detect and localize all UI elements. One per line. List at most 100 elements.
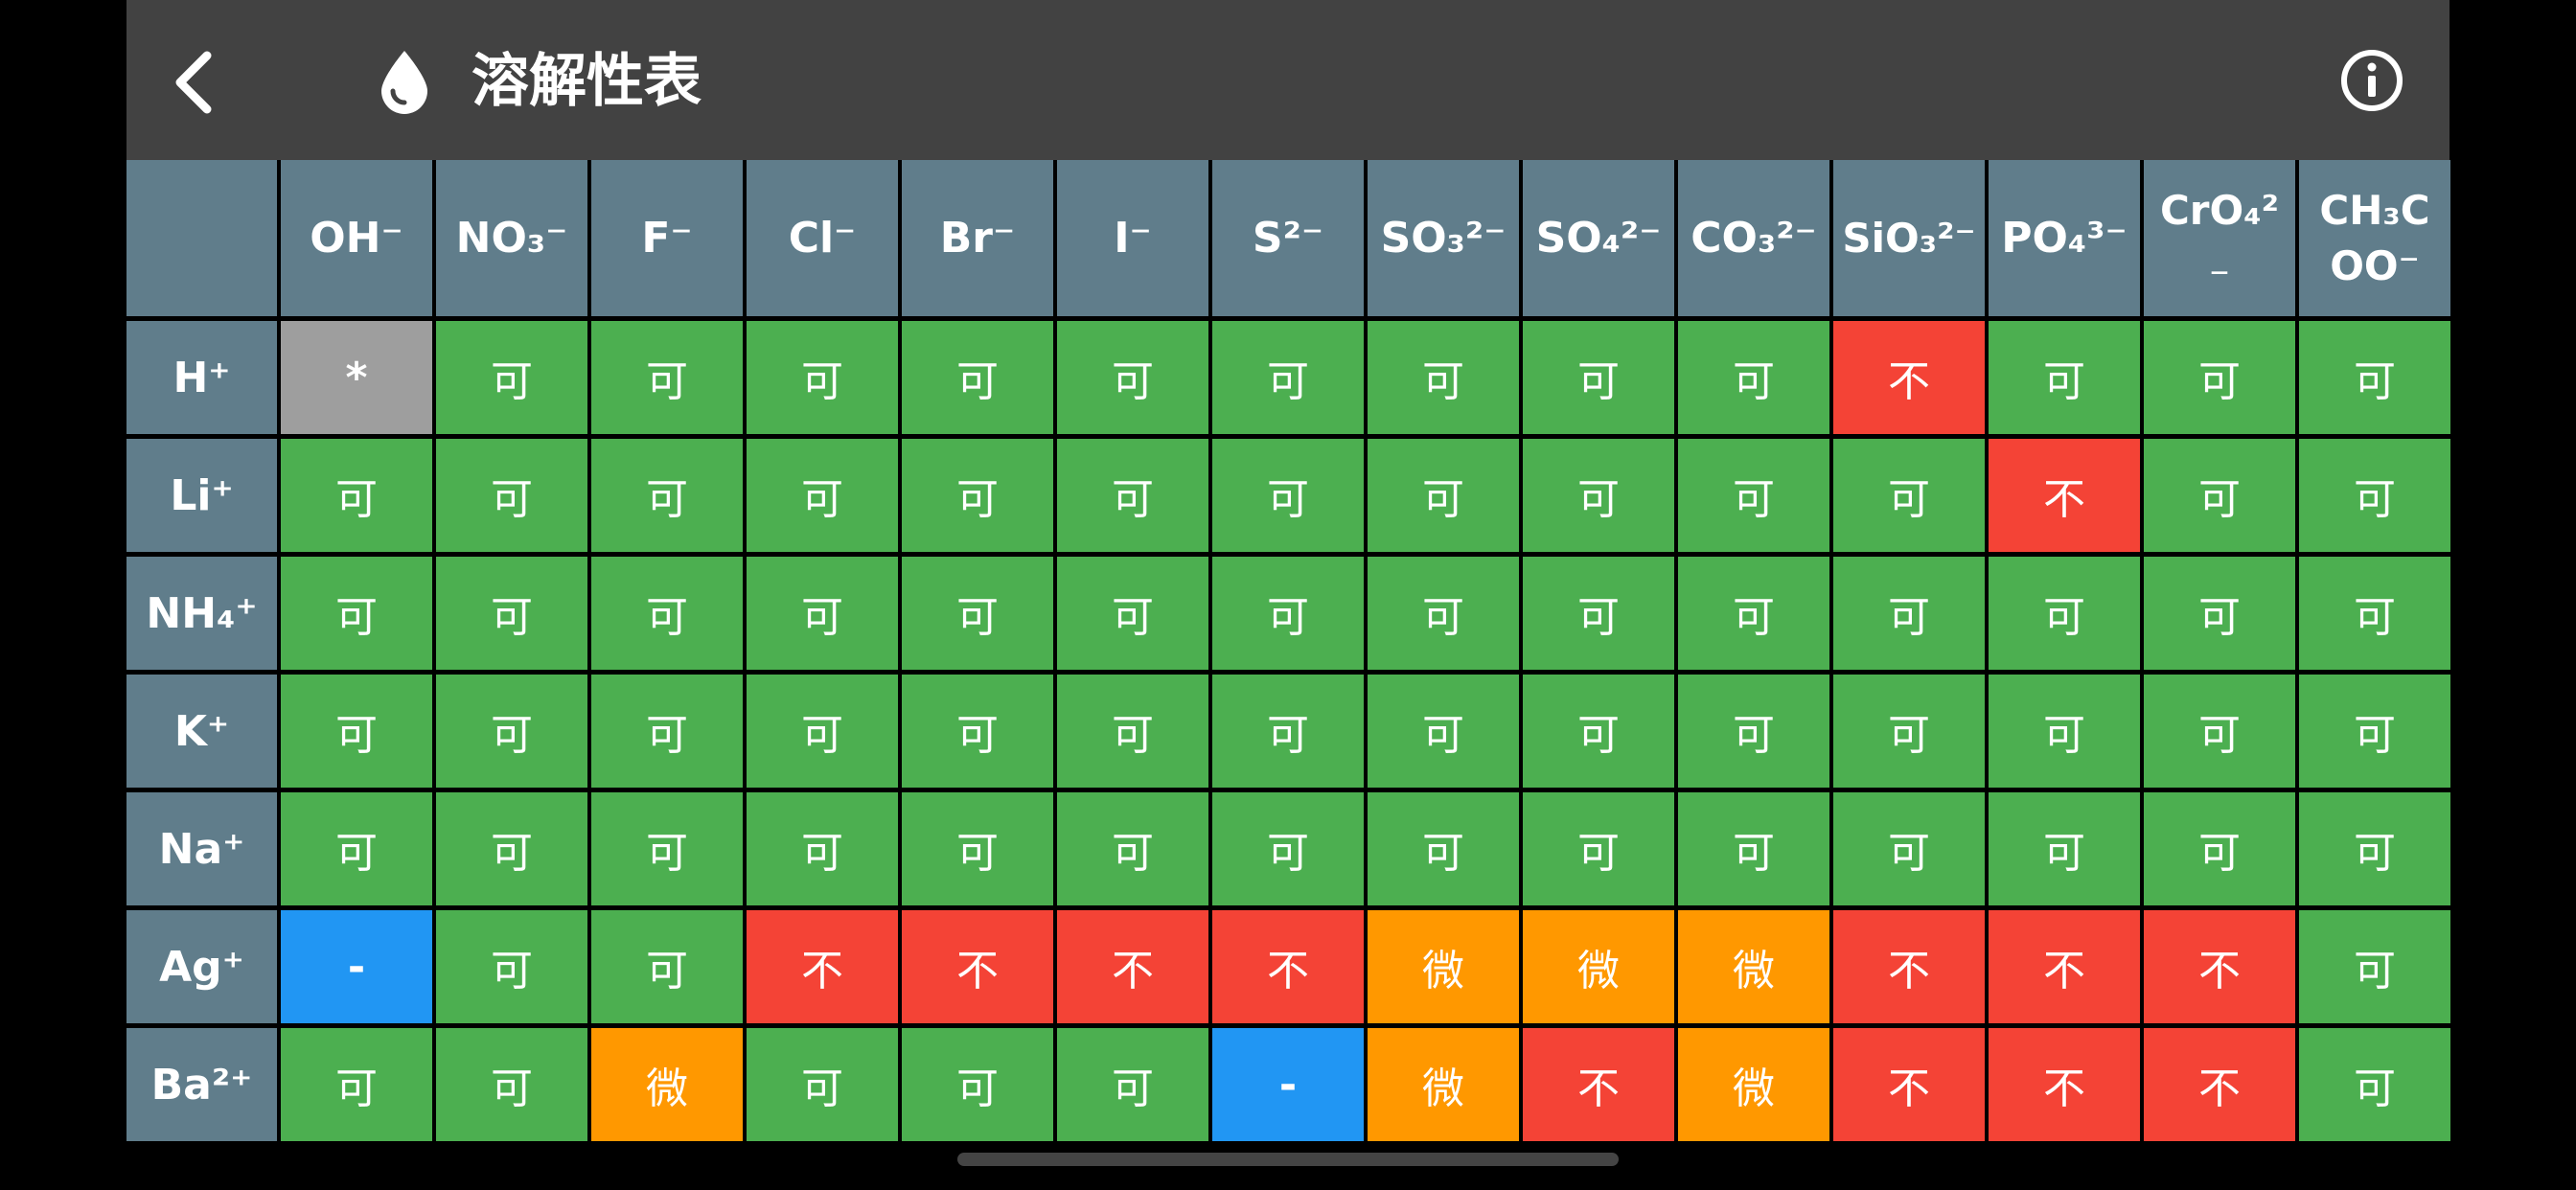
solubility-cell[interactable]: 可 <box>591 439 743 552</box>
solubility-cell[interactable]: 可 <box>1212 792 1364 905</box>
solubility-cell[interactable]: 微 <box>591 1028 743 1141</box>
solubility-cell[interactable]: 可 <box>1989 675 2140 788</box>
solubility-cell[interactable]: 可 <box>2299 321 2450 434</box>
solubility-cell[interactable]: 可 <box>1833 557 1985 670</box>
solubility-cell[interactable]: 可 <box>1368 792 1519 905</box>
solubility-cell[interactable]: 可 <box>281 1028 432 1141</box>
solubility-cell[interactable]: 可 <box>2144 557 2295 670</box>
solubility-cell[interactable]: 可 <box>2299 675 2450 788</box>
solubility-cell[interactable]: 可 <box>1368 321 1519 434</box>
solubility-cell[interactable]: 可 <box>1989 792 2140 905</box>
solubility-cell[interactable]: 微 <box>1368 910 1519 1023</box>
solubility-cell[interactable]: 可 <box>1523 557 1674 670</box>
solubility-cell[interactable]: 可 <box>747 439 898 552</box>
solubility-cell[interactable]: 可 <box>591 910 743 1023</box>
solubility-cell[interactable]: 可 <box>591 792 743 905</box>
solubility-cell[interactable]: 可 <box>436 1028 587 1141</box>
solubility-cell[interactable]: 可 <box>2299 1028 2450 1141</box>
solubility-cell[interactable]: 可 <box>1523 439 1674 552</box>
solubility-cell[interactable]: 不 <box>2144 1028 2295 1141</box>
solubility-cell[interactable]: 不 <box>2144 910 2295 1023</box>
solubility-cell[interactable]: 可 <box>2144 792 2295 905</box>
solubility-cell[interactable]: 可 <box>1368 557 1519 670</box>
solubility-cell[interactable]: 微 <box>1678 910 1829 1023</box>
solubility-cell[interactable]: 可 <box>1833 675 1985 788</box>
solubility-cell[interactable]: 可 <box>1833 439 1985 552</box>
solubility-cell[interactable]: 不 <box>902 910 1053 1023</box>
solubility-cell[interactable]: 可 <box>1523 675 1674 788</box>
solubility-cell[interactable]: 可 <box>747 675 898 788</box>
solubility-cell[interactable]: 可 <box>2299 557 2450 670</box>
solubility-cell[interactable]: 可 <box>2299 792 2450 905</box>
solubility-cell[interactable]: 可 <box>1989 557 2140 670</box>
solubility-cell[interactable]: 可 <box>1678 439 1829 552</box>
solubility-cell[interactable]: - <box>1212 1028 1364 1141</box>
solubility-cell[interactable]: 可 <box>1523 321 1674 434</box>
solubility-cell[interactable]: 可 <box>436 321 587 434</box>
solubility-cell[interactable]: 可 <box>902 439 1053 552</box>
solubility-cell[interactable]: 不 <box>1212 910 1364 1023</box>
back-button[interactable] <box>157 44 234 121</box>
solubility-cell[interactable]: 可 <box>902 321 1053 434</box>
solubility-cell[interactable]: 可 <box>281 792 432 905</box>
solubility-cell[interactable]: 可 <box>1678 675 1829 788</box>
solubility-cell[interactable]: 可 <box>1212 675 1364 788</box>
solubility-cell[interactable]: 不 <box>1989 439 2140 552</box>
solubility-cell[interactable]: 可 <box>1678 557 1829 670</box>
solubility-cell[interactable]: 可 <box>1368 675 1519 788</box>
solubility-cell[interactable]: 可 <box>436 675 587 788</box>
solubility-cell[interactable]: 可 <box>1678 792 1829 905</box>
solubility-cell[interactable]: 可 <box>747 1028 898 1141</box>
solubility-cell[interactable]: 可 <box>591 321 743 434</box>
solubility-cell[interactable]: 可 <box>747 557 898 670</box>
solubility-cell[interactable]: 可 <box>2144 439 2295 552</box>
solubility-cell[interactable]: 不 <box>1833 910 1985 1023</box>
solubility-cell[interactable]: 不 <box>1523 1028 1674 1141</box>
solubility-cell[interactable]: 可 <box>902 675 1053 788</box>
solubility-cell[interactable]: 可 <box>1523 792 1674 905</box>
solubility-cell[interactable]: 可 <box>747 321 898 434</box>
solubility-cell[interactable]: 可 <box>281 439 432 552</box>
solubility-cell[interactable]: 可 <box>1368 439 1519 552</box>
solubility-cell[interactable]: 微 <box>1368 1028 1519 1141</box>
solubility-cell[interactable]: 可 <box>1212 439 1364 552</box>
solubility-cell[interactable]: 可 <box>1057 321 1208 434</box>
solubility-cell[interactable]: 不 <box>1833 1028 1985 1141</box>
solubility-cell[interactable]: 可 <box>902 792 1053 905</box>
solubility-cell[interactable]: 可 <box>1057 792 1208 905</box>
solubility-cell[interactable]: 可 <box>902 1028 1053 1141</box>
solubility-cell[interactable]: * <box>281 321 432 434</box>
solubility-cell[interactable]: 可 <box>1057 1028 1208 1141</box>
solubility-cell[interactable]: 可 <box>436 910 587 1023</box>
solubility-cell[interactable]: 可 <box>2144 675 2295 788</box>
solubility-cell[interactable]: 不 <box>1989 910 2140 1023</box>
solubility-cell[interactable]: 可 <box>2299 910 2450 1023</box>
solubility-cell[interactable]: 可 <box>591 557 743 670</box>
solubility-cell[interactable]: 可 <box>1057 675 1208 788</box>
solubility-cell[interactable]: 可 <box>902 557 1053 670</box>
info-icon[interactable] <box>2339 48 2404 113</box>
solubility-cell[interactable]: 可 <box>1057 439 1208 552</box>
solubility-cell[interactable]: 可 <box>2299 439 2450 552</box>
solubility-cell[interactable]: 可 <box>747 792 898 905</box>
solubility-cell[interactable]: 可 <box>1833 792 1985 905</box>
solubility-cell[interactable]: 可 <box>1212 321 1364 434</box>
home-indicator[interactable] <box>957 1153 1619 1166</box>
solubility-cell[interactable]: 可 <box>591 675 743 788</box>
solubility-cell[interactable]: 可 <box>436 439 587 552</box>
solubility-cell[interactable]: 可 <box>436 792 587 905</box>
solubility-cell[interactable]: 可 <box>281 557 432 670</box>
solubility-cell[interactable]: 可 <box>281 675 432 788</box>
solubility-cell[interactable]: 可 <box>1057 557 1208 670</box>
solubility-cell[interactable]: 可 <box>436 557 587 670</box>
solubility-cell[interactable]: 微 <box>1678 1028 1829 1141</box>
solubility-cell[interactable]: 微 <box>1523 910 1674 1023</box>
solubility-cell[interactable]: 可 <box>1212 557 1364 670</box>
solubility-cell[interactable]: 不 <box>1057 910 1208 1023</box>
solubility-cell[interactable]: 可 <box>1678 321 1829 434</box>
solubility-cell[interactable]: 可 <box>2144 321 2295 434</box>
solubility-cell[interactable]: 可 <box>1989 321 2140 434</box>
solubility-cell[interactable]: - <box>281 910 432 1023</box>
solubility-cell[interactable]: 不 <box>1833 321 1985 434</box>
solubility-cell[interactable]: 不 <box>747 910 898 1023</box>
